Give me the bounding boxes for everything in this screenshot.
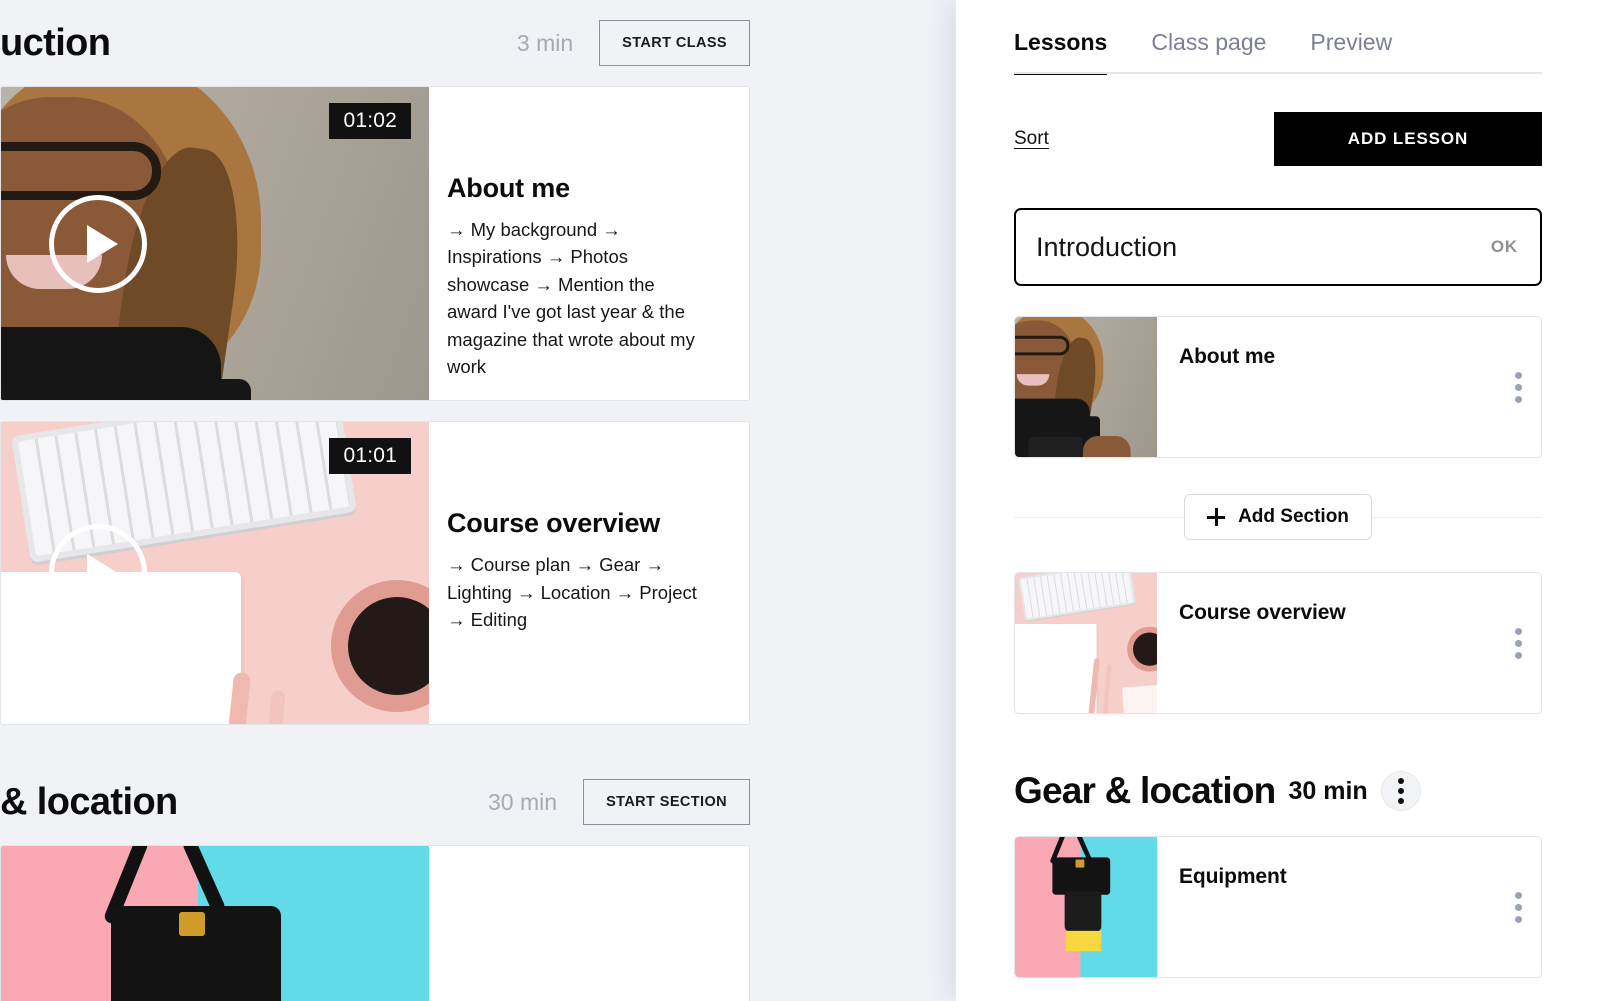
preview-section-header-introduction: uction 3 min START CLASS xyxy=(0,0,870,86)
lesson-card-body: Course overview → Course plan → Gear → L… xyxy=(429,422,749,724)
three-dots-icon xyxy=(1515,372,1522,403)
editor-lesson-row-about-me[interactable]: About me xyxy=(1014,316,1542,458)
preview-lesson-card-course-overview[interactable]: 01:01 Course overview → Course plan → Ge… xyxy=(0,421,750,725)
start-class-button[interactable]: START CLASS xyxy=(599,20,750,66)
class-preview-panel: uction 3 min START CLASS 01:02 xyxy=(0,0,958,1001)
lesson-card-body: About me → My background → Inspirations … xyxy=(429,87,749,400)
three-dots-icon xyxy=(1398,778,1404,804)
lesson-editor-panel: Lessons Class page Preview Sort ADD LESS… xyxy=(956,0,1600,1001)
lesson-card-body xyxy=(429,846,749,1001)
camera-pink-cyan-image xyxy=(1,846,429,1001)
lesson-thumbnail[interactable]: 01:02 xyxy=(1,87,429,400)
lesson-description: → Course plan → Gear → Lighting → Locati… xyxy=(447,551,709,633)
lesson-title: About me xyxy=(1157,317,1495,457)
lesson-duration-badge: 01:01 xyxy=(329,438,411,474)
start-section-button[interactable]: START SECTION xyxy=(583,779,750,825)
lesson-title: Course overview xyxy=(1157,573,1495,713)
preview-section-duration: 3 min xyxy=(517,30,573,57)
section-name-field[interactable]: OK xyxy=(1014,208,1542,286)
preview-section-header-gear-location: & location 30 min START SECTION xyxy=(0,759,870,845)
lesson-options-menu-button[interactable] xyxy=(1495,317,1541,457)
plus-icon xyxy=(1207,508,1225,526)
preview-section-title: uction xyxy=(0,22,517,65)
add-section-label: Add Section xyxy=(1238,506,1349,528)
add-lesson-button[interactable]: ADD LESSON xyxy=(1274,112,1542,166)
lesson-title: Equipment xyxy=(1157,837,1495,977)
lesson-thumbnail[interactable] xyxy=(1,846,429,1001)
pink-desk-notebook-image xyxy=(1015,573,1157,713)
editor-toolbar: Sort ADD LESSON xyxy=(956,74,1600,166)
preview-section-duration: 30 min xyxy=(488,789,557,816)
lesson-thumbnail[interactable] xyxy=(1015,837,1157,977)
sort-link[interactable]: Sort xyxy=(1014,128,1049,150)
lesson-title: Course overview xyxy=(447,508,709,539)
section-title: Gear & location xyxy=(1014,770,1275,812)
lesson-options-menu-button[interactable] xyxy=(1495,573,1541,713)
lesson-thumbnail[interactable]: 01:01 xyxy=(1,422,429,724)
tab-preview[interactable]: Preview xyxy=(1310,29,1392,74)
preview-lesson-card-equipment[interactable] xyxy=(0,845,750,1001)
editor-section-header-gear-location: Gear & location 30 min xyxy=(1014,770,1542,812)
lesson-thumbnail[interactable] xyxy=(1015,573,1157,713)
editor-tabs: Lessons Class page Preview xyxy=(956,0,1600,74)
play-icon[interactable] xyxy=(49,195,147,293)
three-dots-icon xyxy=(1515,892,1522,923)
editor-lesson-row-course-overview[interactable]: Course overview xyxy=(1014,572,1542,714)
preview-lesson-card-about-me[interactable]: 01:02 About me → My background → Inspira… xyxy=(0,86,750,401)
lesson-options-menu-button[interactable] xyxy=(1495,837,1541,977)
play-icon[interactable] xyxy=(49,524,147,622)
tab-lessons[interactable]: Lessons xyxy=(1014,29,1107,74)
section-duration: 30 min xyxy=(1288,777,1367,806)
section-name-ok-button[interactable]: OK xyxy=(1491,237,1518,257)
lesson-description: → My background → Inspirations → Photos … xyxy=(447,216,709,380)
portrait-with-camera-image xyxy=(1015,317,1157,457)
lesson-thumbnail[interactable] xyxy=(1015,317,1157,457)
three-dots-icon xyxy=(1515,628,1522,659)
editor-lesson-row-equipment[interactable]: Equipment xyxy=(1014,836,1542,978)
preview-scroll-content: uction 3 min START CLASS 01:02 xyxy=(0,0,870,1001)
add-section-row: Add Section xyxy=(1014,494,1542,540)
lesson-title: About me xyxy=(447,173,709,204)
camera-pink-cyan-image xyxy=(1015,837,1157,977)
preview-section-title: & location xyxy=(0,781,488,824)
tab-class-page[interactable]: Class page xyxy=(1151,29,1266,74)
app-root: uction 3 min START CLASS 01:02 xyxy=(0,0,1600,1001)
lesson-duration-badge: 01:02 xyxy=(329,103,411,139)
add-section-button[interactable]: Add Section xyxy=(1184,494,1372,540)
section-name-input[interactable] xyxy=(1036,232,1491,263)
section-options-menu-button[interactable] xyxy=(1381,771,1421,811)
tabs-divider xyxy=(1014,72,1542,74)
